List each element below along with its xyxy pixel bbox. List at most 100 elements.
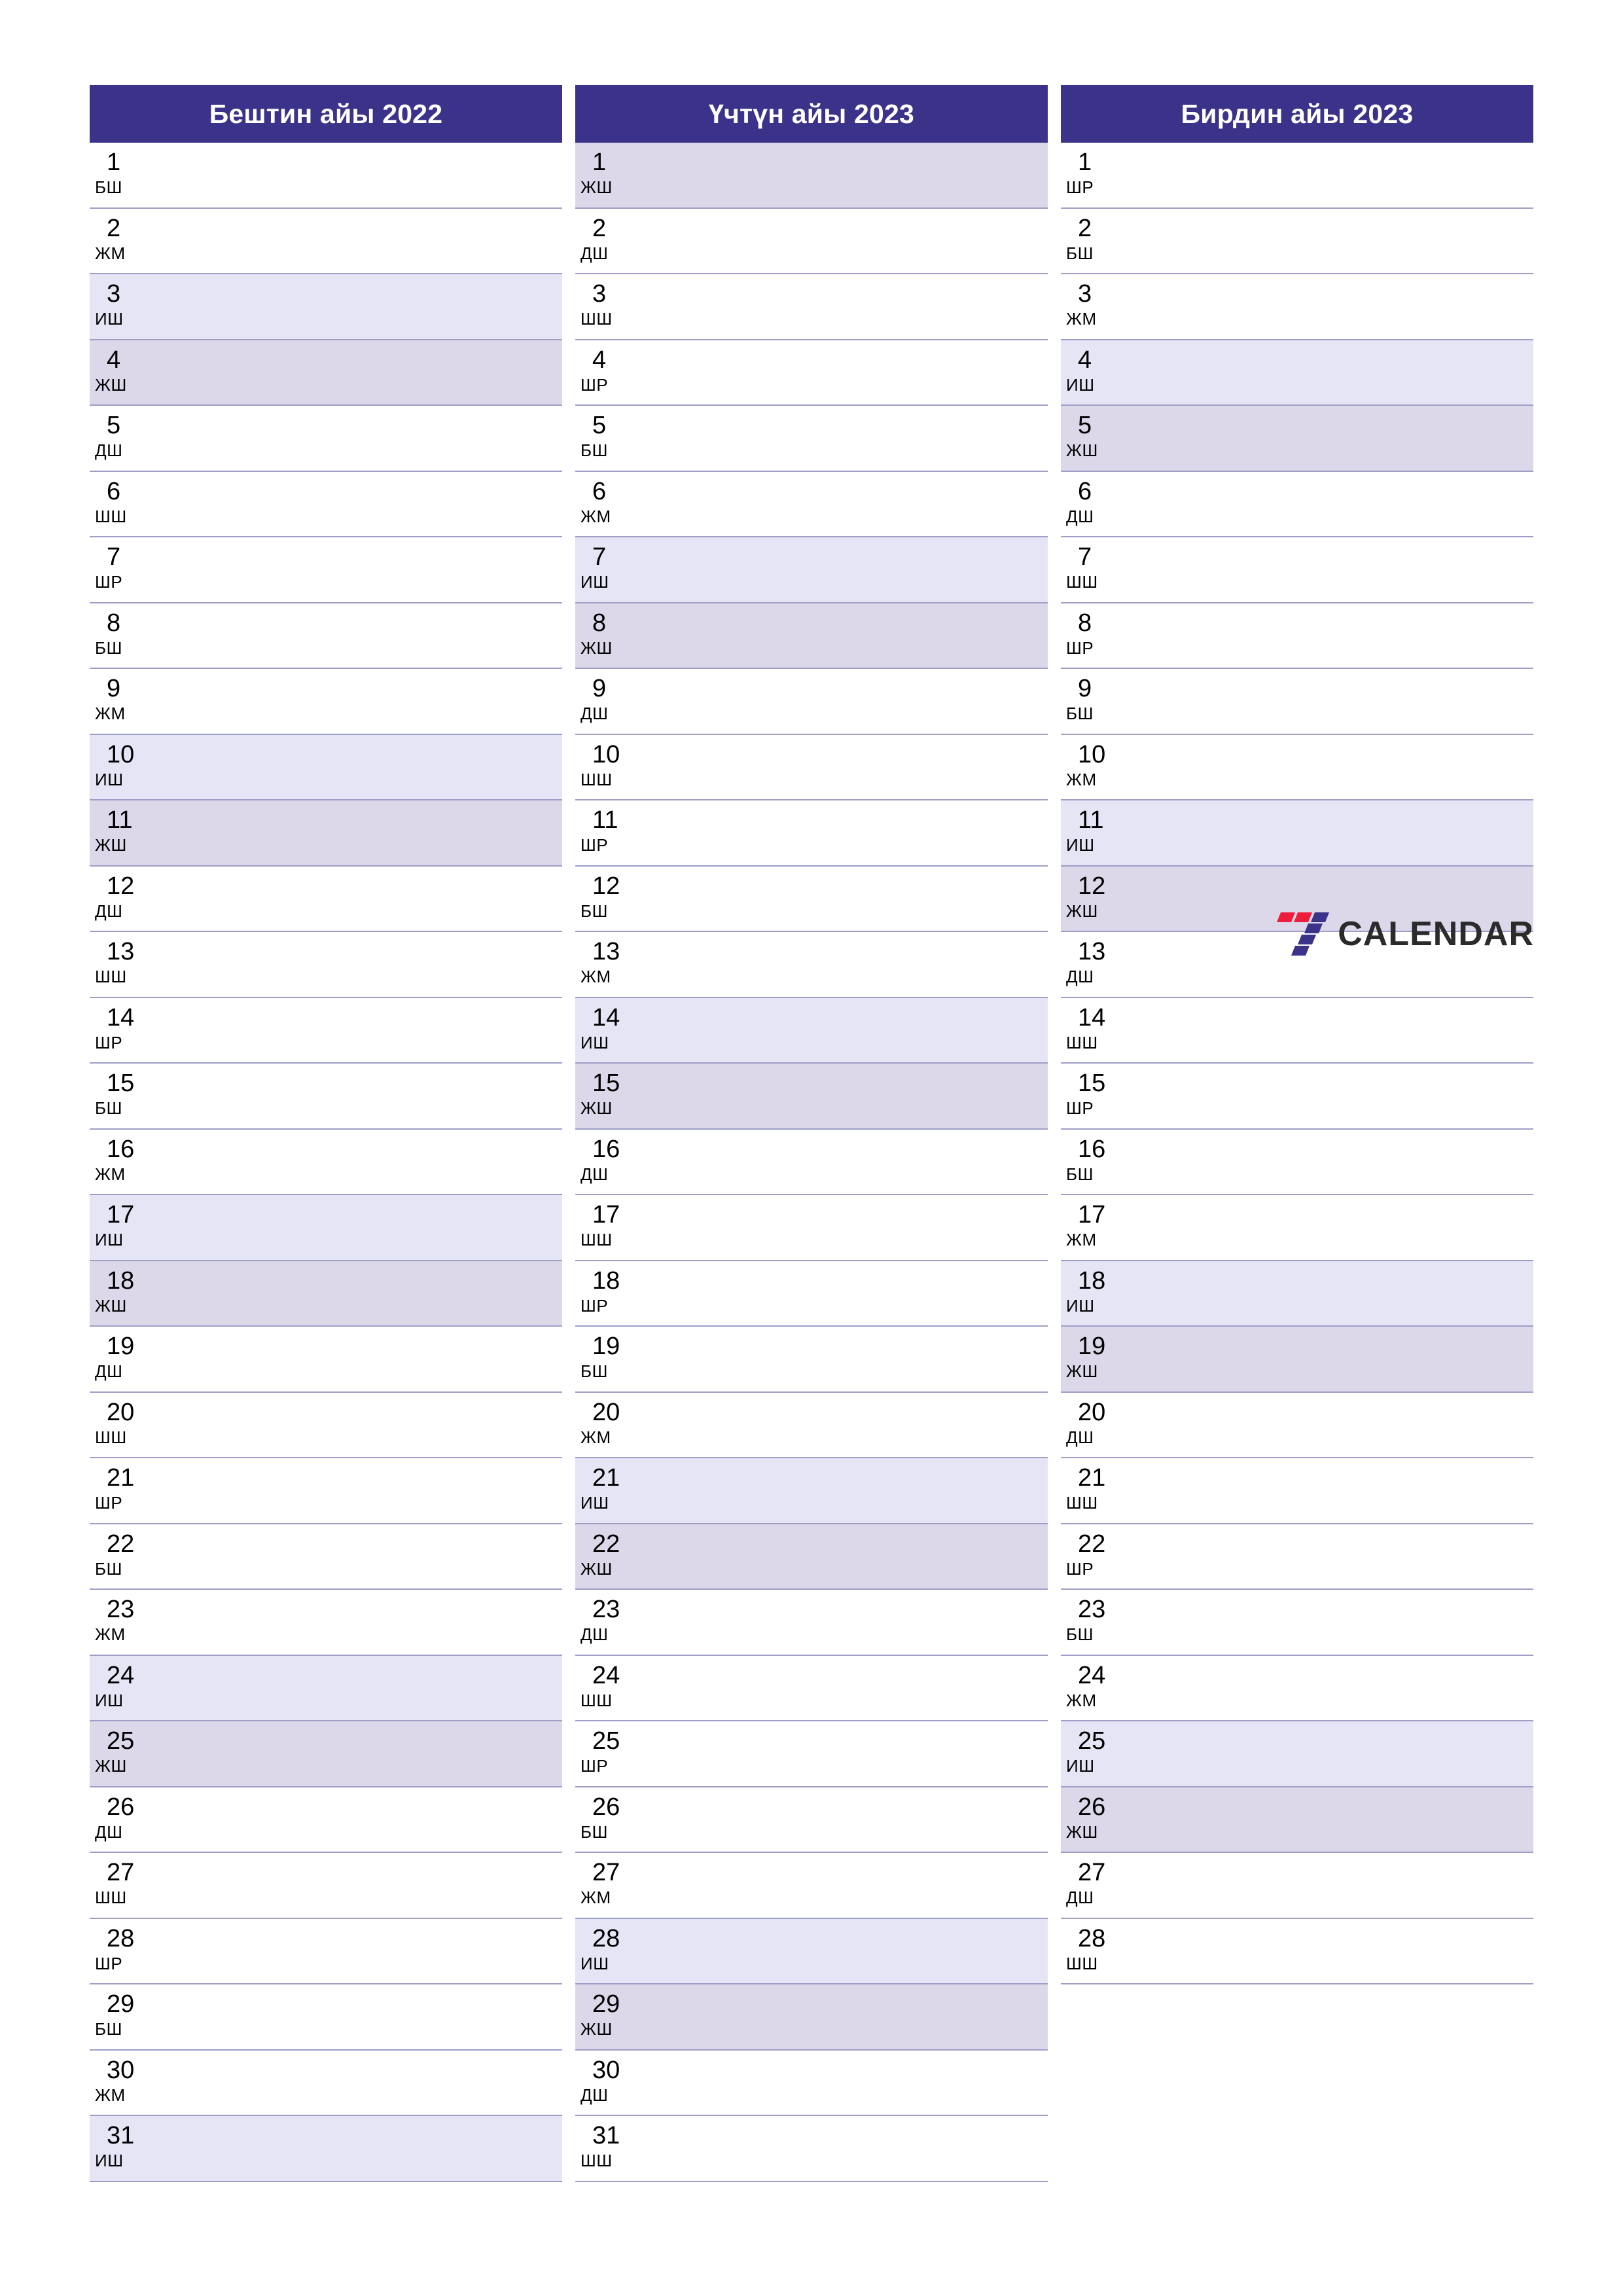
day-row[interactable]: 26 ЖШ [1061,1787,1533,1853]
day-row[interactable]: 18 ЖШ [90,1261,562,1327]
day-row[interactable]: 23 ЖМ [90,1590,562,1656]
day-row[interactable]: 19 ДШ [90,1327,562,1393]
day-row[interactable]: 29 БШ [90,1984,562,2051]
day-row[interactable]: 30 ДШ [575,2050,1048,2116]
day-row[interactable]: 23 ДШ [575,1590,1048,1656]
day-row[interactable]: 29 ЖШ [575,1984,1048,2051]
day-row[interactable]: 3 ЖМ [1061,274,1533,340]
day-row[interactable]: 26 БШ [575,1787,1048,1853]
day-row[interactable]: 19 БШ [575,1327,1048,1393]
day-row[interactable]: 1 ШР [1061,143,1533,209]
day-number: 21 [592,1464,620,1492]
day-row[interactable]: 15 БШ [90,1064,562,1130]
day-row[interactable]: 13 ШШ [90,932,562,998]
day-row[interactable]: 22 ЖШ [575,1524,1048,1590]
day-weekday-abbr: ШШ [1066,1953,1098,1973]
day-row[interactable]: 15 ЖШ [575,1064,1048,1130]
day-row[interactable]: 14 ШШ [1061,997,1533,1064]
day-row[interactable]: 25 ЖШ [90,1721,562,1787]
day-row[interactable]: 24 ШШ [575,1655,1048,1721]
day-row[interactable]: 15 ШР [1061,1064,1533,1130]
day-weekday-abbr: ШР [1066,1098,1094,1118]
day-weekday-abbr: ШШ [95,1888,127,1907]
day-row[interactable]: 19 ЖШ [1061,1327,1533,1393]
day-row[interactable]: 6 ДШ [1061,471,1533,537]
day-row[interactable]: 21 ШР [90,1458,562,1524]
day-row[interactable]: 4 ИШ [1061,340,1533,406]
day-row[interactable]: 9 ДШ [575,669,1048,735]
day-weekday-abbr: ДШ [580,1624,609,1644]
day-number: 29 [107,1990,135,2018]
day-row[interactable]: 17 ШШ [575,1195,1048,1261]
day-row[interactable]: 22 БШ [90,1524,562,1590]
day-row[interactable]: 17 ЖМ [1061,1195,1533,1261]
day-row[interactable]: 9 БШ [1061,669,1533,735]
day-row[interactable]: 16 ДШ [575,1129,1048,1195]
day-row[interactable]: 3 ШШ [575,274,1048,340]
day-row[interactable]: 10 ИШ [90,734,562,800]
day-row[interactable]: 27 ШШ [90,1853,562,1919]
day-row[interactable]: 8 ШР [1061,603,1533,669]
day-row[interactable]: 27 ДШ [1061,1853,1533,1919]
day-row[interactable]: 26 ДШ [90,1787,562,1853]
day-row[interactable]: 2 ЖМ [90,208,562,274]
day-row[interactable]: 30 ЖМ [90,2050,562,2116]
day-row[interactable]: 10 ШШ [575,734,1048,800]
day-number: 6 [107,477,121,505]
day-row[interactable]: 31 ШШ [575,2116,1048,2182]
day-row[interactable]: 3 ИШ [90,274,562,340]
day-row[interactable]: 22 ШР [1061,1524,1533,1590]
day-row[interactable]: 1 БШ [90,143,562,209]
day-row[interactable]: 5 ЖШ [1061,406,1533,472]
day-row[interactable]: 1 ЖШ [575,143,1048,209]
day-row[interactable]: 4 ШР [575,340,1048,406]
day-row[interactable]: 25 ШР [575,1721,1048,1787]
day-row[interactable]: 8 БШ [90,603,562,669]
day-row[interactable]: 6 ЖМ [575,471,1048,537]
day-number: 12 [592,872,620,900]
day-row[interactable]: 2 БШ [1061,208,1533,274]
day-row[interactable]: 14 ШР [90,997,562,1064]
day-row[interactable]: 9 ЖМ [90,669,562,735]
day-row[interactable]: 16 БШ [1061,1129,1533,1195]
day-row[interactable]: 10 ЖМ [1061,734,1533,800]
day-row[interactable]: 18 ИШ [1061,1261,1533,1327]
day-weekday-abbr: ЖМ [580,1888,611,1907]
day-number: 25 [107,1727,135,1755]
day-row[interactable]: 13 ЖМ [575,932,1048,998]
day-row[interactable]: 16 ЖМ [90,1129,562,1195]
day-list-3: 1 ШР 2 БШ 3 ЖМ 4 ИШ 5 ЖШ 6 ДШ 7 ШШ 8 ШР 9 БШ 10 ЖМ 11 ИШ 12 ЖШ 1… [1061,143,1533,1984]
day-row[interactable]: 27 ЖМ [575,1853,1048,1919]
day-row[interactable]: 11 ИШ [1061,800,1533,867]
day-row[interactable]: 5 ДШ [90,406,562,472]
day-row[interactable]: 23 БШ [1061,1590,1533,1656]
day-row[interactable]: 21 ИШ [575,1458,1048,1524]
day-row[interactable]: 4 ЖШ [90,340,562,406]
day-row[interactable]: 12 ДШ [90,866,562,932]
day-row[interactable]: 28 ШР [90,1918,562,1984]
day-row[interactable]: 2 ДШ [575,208,1048,274]
day-row[interactable]: 12 БШ [575,866,1048,932]
day-row[interactable]: 28 ИШ [575,1918,1048,1984]
day-row[interactable]: 6 ШШ [90,471,562,537]
day-row[interactable]: 24 ЖМ [1061,1655,1533,1721]
day-row[interactable]: 31 ИШ [90,2116,562,2182]
day-row[interactable]: 11 ШР [575,800,1048,867]
day-row[interactable]: 28 ШШ [1061,1918,1533,1984]
day-row[interactable]: 5 БШ [575,406,1048,472]
day-row[interactable]: 20 ДШ [1061,1392,1533,1458]
day-row[interactable]: 20 ШШ [90,1392,562,1458]
day-row[interactable]: 18 ШР [575,1261,1048,1327]
day-row[interactable]: 24 ИШ [90,1655,562,1721]
day-row[interactable]: 7 ШР [90,537,562,603]
day-row[interactable]: 21 ШШ [1061,1458,1533,1524]
day-weekday-abbr: ШШ [580,1230,613,1249]
day-row[interactable]: 7 ШШ [1061,537,1533,603]
day-row[interactable]: 7 ИШ [575,537,1048,603]
day-row[interactable]: 25 ИШ [1061,1721,1533,1787]
day-row[interactable]: 20 ЖМ [575,1392,1048,1458]
day-row[interactable]: 11 ЖШ [90,800,562,867]
day-row[interactable]: 17 ИШ [90,1195,562,1261]
day-row[interactable]: 8 ЖШ [575,603,1048,669]
day-row[interactable]: 14 ИШ [575,997,1048,1064]
